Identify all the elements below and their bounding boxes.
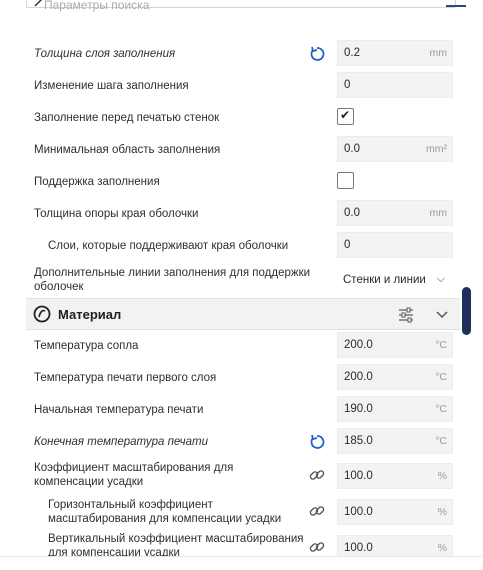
section-title: Материал <box>58 307 122 322</box>
field-unit: °C <box>435 371 447 383</box>
chevron-down-icon: ⌵ <box>436 273 445 285</box>
search-placeholder: Параметры поиска <box>44 0 150 12</box>
label-line: Коэффициент масштабирования для <box>34 462 234 474</box>
setting-label: Коэффициент масштабирования для компенса… <box>34 461 233 489</box>
setting-field[interactable]: 100.0 % <box>337 463 453 489</box>
pencil-icon <box>34 0 44 12</box>
link-icon[interactable] <box>308 502 326 520</box>
field-unit: % <box>437 506 447 518</box>
field-unit: °C <box>435 339 447 351</box>
setting-field[interactable]: 0.0 mm² <box>337 136 453 162</box>
label-line: масштабирования для компенсации усадки <box>48 513 282 525</box>
setting-label: Конечная температура печати <box>34 436 208 448</box>
setting-label: Горизонтальный коэффициент масштабирован… <box>48 498 281 526</box>
setting-field[interactable]: 190.0 °C <box>337 396 453 422</box>
field-value: 0 <box>344 239 351 251</box>
field-value: 100.0 <box>344 506 373 518</box>
settings-sliders-icon[interactable] <box>398 307 414 328</box>
checkbox-unchecked[interactable] <box>337 172 354 189</box>
menu-icon[interactable] <box>446 5 466 7</box>
field-value: 190.0 <box>344 403 373 415</box>
link-icon[interactable] <box>308 466 326 484</box>
field-unit: % <box>437 470 447 482</box>
reset-icon[interactable] <box>308 45 326 63</box>
field-unit: % <box>437 542 447 554</box>
setting-label: Толщина опоры края оболочки <box>34 208 199 220</box>
chevron-down-icon[interactable] <box>435 307 449 326</box>
setting-label: Температура сопла <box>34 340 139 352</box>
field-value: 0.2 <box>344 47 360 59</box>
top-bar: Параметры поиска <box>0 0 483 34</box>
label-line: Дополнительные линии заполнения для подд… <box>34 267 311 279</box>
scrollbar-thumb[interactable] <box>462 287 471 335</box>
label-line: компенсации усадки <box>34 476 144 488</box>
setting-label: Температура печати первого слоя <box>34 372 217 384</box>
setting-label: Толщина слоя заполнения <box>34 48 176 60</box>
field-value: 0.0 <box>344 207 360 219</box>
setting-field[interactable]: 185.0 °C <box>337 428 453 454</box>
field-value: 0 <box>344 79 351 91</box>
setting-label: Минимальная область заполнения <box>34 144 221 156</box>
field-value: 185.0 <box>344 435 373 447</box>
material-icon <box>33 305 51 328</box>
field-unit: mm² <box>426 143 447 155</box>
setting-label: Поддержка заполнения <box>34 176 160 188</box>
bottom-cover <box>0 557 483 570</box>
field-unit: mm <box>429 47 448 59</box>
field-value: 100.0 <box>344 542 373 554</box>
setting-label: Дополнительные линии заполнения для подд… <box>34 266 310 294</box>
setting-field[interactable]: 200.0 °C <box>337 364 453 390</box>
section-header-material[interactable]: Материал <box>26 298 460 330</box>
field-value: 0.0 <box>344 143 360 155</box>
checkbox-checked[interactable]: ✔ <box>337 108 354 125</box>
field-value: 200.0 <box>344 371 373 383</box>
checkmark-icon: ✔ <box>340 108 351 122</box>
field-unit: °C <box>435 435 447 447</box>
setting-field[interactable]: 0.2 mm <box>337 40 453 66</box>
infill-lines-select[interactable]: Стенки и линии ⌵ <box>337 268 453 294</box>
setting-field[interactable]: 0.0 mm <box>337 200 453 226</box>
label-line: Горизонтальный коэффициент <box>48 499 213 511</box>
setting-label: Слои, которые поддерживают края оболочки <box>48 240 289 252</box>
reset-icon[interactable] <box>308 433 326 451</box>
field-value: 200.0 <box>344 339 373 351</box>
field-unit: °C <box>435 403 447 415</box>
label-line: оболочек <box>34 281 84 293</box>
setting-label: Изменение шага заполнения <box>34 80 189 92</box>
field-value: 100.0 <box>344 470 373 482</box>
label-line: Вертикальный коэффициент масштабирования <box>48 533 304 545</box>
setting-field[interactable]: 200.0 °C <box>337 332 453 358</box>
setting-field[interactable]: 0 <box>337 232 453 258</box>
setting-label: Заполнение перед печатью стенок <box>34 112 220 124</box>
setting-field[interactable]: 0 <box>337 72 453 98</box>
setting-label: Начальная температура печати <box>34 404 204 416</box>
field-unit: mm <box>429 207 448 219</box>
link-icon[interactable] <box>308 538 326 556</box>
setting-field[interactable]: 100.0 % <box>337 499 453 525</box>
select-value: Стенки и линии <box>343 274 426 286</box>
